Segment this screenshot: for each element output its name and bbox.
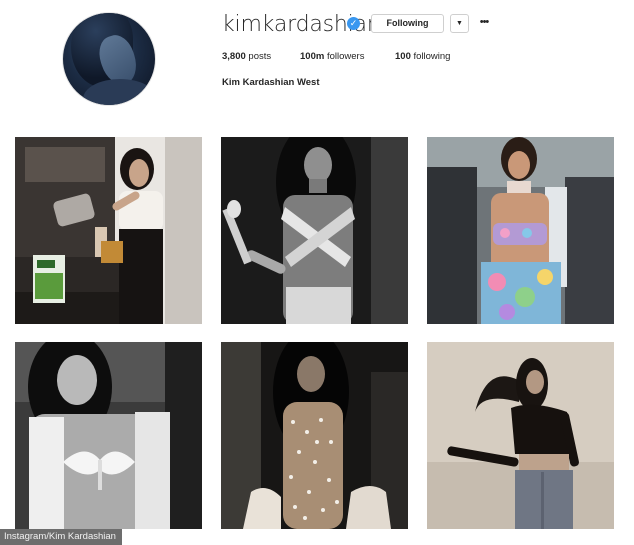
stat-posts: 3,800 posts: [222, 51, 271, 62]
posts-count: 3,800: [222, 51, 246, 62]
stat-followers[interactable]: 100m followers: [300, 51, 364, 62]
photo-bw-butterfly-top-image: [15, 342, 202, 529]
post-tile-6[interactable]: [427, 342, 614, 529]
following-button[interactable]: Following: [371, 14, 444, 33]
verified-badge-icon: ✓: [347, 17, 360, 30]
profile-full-name: Kim Kardashian West: [222, 77, 320, 88]
photo-colorful-outfit-image: [427, 137, 614, 324]
following-count: 100: [395, 51, 411, 62]
photo-bw-microphone-image: [221, 137, 408, 324]
post-tile-1[interactable]: [15, 137, 202, 324]
post-tile-4[interactable]: [15, 342, 202, 529]
following-label: following: [413, 51, 451, 62]
profile-avatar[interactable]: [62, 12, 156, 106]
profile-header: kimkardashian ✓ Following ▼ ••• 3,800 po…: [0, 0, 634, 120]
photo-kitchen-image: [15, 137, 202, 324]
caret-down-icon[interactable]: ▼: [450, 14, 469, 33]
image-credit: Instagram/Kim Kardashian: [0, 529, 122, 545]
posts-label: posts: [248, 51, 272, 62]
followers-count: 100m: [300, 51, 325, 62]
post-tile-3[interactable]: [427, 137, 614, 324]
post-tile-5[interactable]: [221, 342, 408, 529]
photo-sparkle-sheer-dress-image: [221, 342, 408, 529]
stat-following[interactable]: 100 following: [395, 51, 450, 62]
ellipsis-icon[interactable]: •••: [476, 14, 492, 33]
post-tile-2[interactable]: [221, 137, 408, 324]
photo-sepia-jeans-image: [427, 342, 614, 529]
followers-label: followers: [326, 51, 365, 62]
